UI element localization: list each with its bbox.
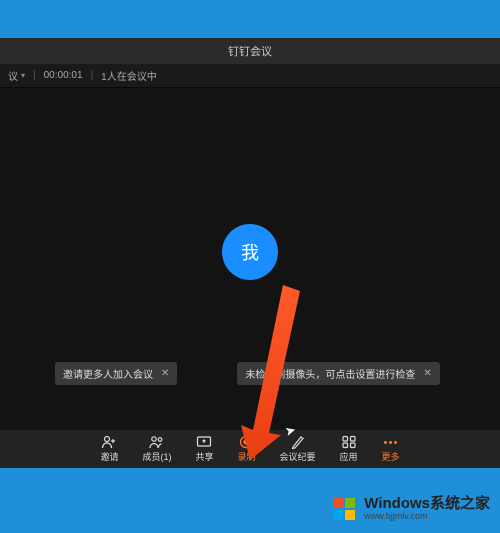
tool-label: 应用: [340, 450, 358, 463]
participant-count: 1人在会议中: [101, 68, 157, 83]
watermark: Windows系统之家 www.bjjmlv.com: [330, 495, 490, 523]
chevron-down-icon: ▾: [21, 71, 25, 80]
share-icon: [196, 435, 212, 449]
invite-toast[interactable]: 邀请更多人加入会议 ✕: [55, 362, 177, 385]
tool-label: 会议纪要: [280, 450, 316, 463]
toast-text: 邀请更多人加入会议: [63, 366, 153, 381]
more-button[interactable]: 更多: [382, 435, 400, 463]
share-button[interactable]: 共享: [195, 435, 213, 463]
meeting-timer: 00:00:01: [44, 70, 83, 81]
apps-button[interactable]: 应用: [340, 435, 358, 463]
separator: |: [91, 70, 94, 81]
close-icon[interactable]: ✕: [423, 368, 431, 379]
self-avatar[interactable]: 我: [222, 224, 278, 280]
close-icon[interactable]: ✕: [161, 368, 169, 379]
avatar-label: 我: [241, 239, 259, 265]
record-icon: [238, 435, 254, 449]
tool-label: 录制: [237, 450, 255, 463]
grid-icon: [341, 435, 357, 449]
more-icon: [383, 435, 399, 449]
separator: |: [33, 70, 36, 81]
title-bar: 钉钉会议: [0, 38, 500, 64]
watermark-url: www.bjjmlv.com: [364, 512, 490, 522]
meeting-dropdown[interactable]: 议 ▾: [8, 68, 25, 83]
tool-label: 更多: [382, 450, 400, 463]
toast-container: 邀请更多人加入会议 ✕ 未检测到摄像头，可点击设置进行检查 ✕: [0, 362, 500, 385]
notes-button[interactable]: 会议纪要: [280, 435, 316, 463]
video-area: 我 ➤ 邀请更多人加入会议 ✕ 未检测到摄像头，可点击设置进行检查 ✕: [0, 88, 500, 430]
tool-label: 共享: [195, 450, 213, 463]
invite-button[interactable]: 邀请: [100, 435, 118, 463]
camera-toast[interactable]: 未检测到摄像头，可点击设置进行检查 ✕: [237, 362, 439, 385]
tool-label: 邀请: [100, 450, 118, 463]
members-button[interactable]: 成员(1): [142, 435, 171, 463]
window-title: 钉钉会议: [228, 43, 272, 59]
toast-text: 未检测到摄像头，可点击设置进行检查: [245, 366, 415, 381]
notes-icon: [290, 435, 306, 449]
watermark-logo-icon: [330, 495, 358, 523]
members-icon: [149, 435, 165, 449]
record-button[interactable]: 录制: [237, 435, 255, 463]
tool-label: 成员(1): [142, 450, 171, 463]
meeting-label: 议: [8, 68, 18, 83]
invite-icon: [101, 435, 117, 449]
meeting-window: 钉钉会议 议 ▾ | 00:00:01 | 1人在会议中 我 ➤ 邀请更多人加入…: [0, 38, 500, 468]
info-bar: 议 ▾ | 00:00:01 | 1人在会议中: [0, 64, 500, 88]
watermark-title: Windows系统之家: [364, 496, 490, 513]
bottom-toolbar: 邀请 成员(1) 共享 录制 会议纪要: [0, 430, 500, 468]
